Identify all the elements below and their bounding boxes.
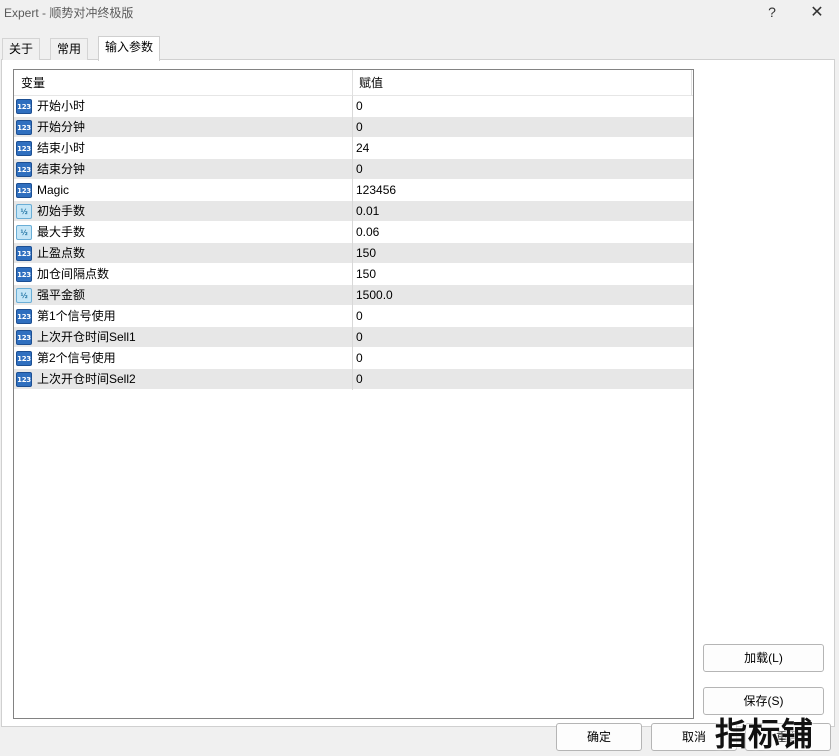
param-name: 第1个信号使用 <box>37 309 116 323</box>
param-value[interactable]: 0 <box>356 96 363 117</box>
table-row[interactable]: 123 止盈点数 150 <box>14 243 693 264</box>
grid-rows: 123 开始小时 0 123 开始分钟 0 123 结束小时 24 123 结束分钟 0 123 Magi… <box>14 96 693 390</box>
help-button[interactable]: ? <box>752 0 792 24</box>
column-divider <box>352 117 353 138</box>
tab-inputs[interactable]: 输入参数 <box>98 36 161 61</box>
int-icon: 123 <box>16 246 32 261</box>
column-divider <box>352 369 353 390</box>
column-divider <box>352 138 353 159</box>
title-bar: Expert - 顺势对冲终极版 ? ✕ <box>0 0 839 24</box>
int-icon: 123 <box>16 309 32 324</box>
table-row[interactable]: 123 结束小时 24 <box>14 138 693 159</box>
int-icon: 123 <box>16 267 32 282</box>
param-name: 最大手数 <box>37 225 86 239</box>
column-divider <box>352 243 353 264</box>
table-row[interactable]: 123 上次开仓时间Sell1 0 <box>14 327 693 348</box>
int-icon: 123 <box>16 372 32 387</box>
double-icon: ½ <box>16 204 32 219</box>
param-value[interactable]: 24 <box>356 138 369 159</box>
table-row[interactable]: 123 第2个信号使用 0 <box>14 348 693 369</box>
column-divider <box>352 222 353 243</box>
param-value[interactable]: 0 <box>356 117 363 138</box>
column-divider <box>352 264 353 285</box>
param-name: 结束小时 <box>37 141 86 155</box>
parameters-grid[interactable]: 变量 赋值 123 开始小时 0 123 开始分钟 0 123 结束小时 24 123 结束分钟 0 1… <box>13 69 694 719</box>
header-variable[interactable]: 变量 <box>21 70 45 96</box>
column-divider <box>352 96 353 117</box>
tab-common[interactable]: 常用 <box>50 38 89 60</box>
param-value[interactable]: 1500.0 <box>356 285 393 306</box>
int-icon: 123 <box>16 351 32 366</box>
header-divider[interactable] <box>352 70 353 96</box>
param-value[interactable]: 0 <box>356 327 363 348</box>
tab-about[interactable]: 关于 <box>2 38 41 60</box>
column-divider <box>352 348 353 369</box>
param-value[interactable]: 0 <box>356 306 363 327</box>
table-row[interactable]: 123 开始小时 0 <box>14 96 693 117</box>
column-divider <box>352 159 353 180</box>
watermark-logo: 指标铺 <box>715 715 815 753</box>
column-divider <box>352 327 353 348</box>
param-name: Magic <box>37 183 70 197</box>
table-row[interactable]: 123 Magic 123456 <box>14 180 693 201</box>
tab-strip: 关于 常用 输入参数 <box>0 36 839 61</box>
int-icon: 123 <box>16 120 32 135</box>
header-value[interactable]: 赋值 <box>359 70 383 96</box>
param-value[interactable]: 0 <box>356 369 363 390</box>
param-name: 开始分钟 <box>37 120 86 134</box>
param-value[interactable]: 150 <box>356 243 376 264</box>
table-row[interactable]: ½ 强平金额 1500.0 <box>14 285 693 306</box>
column-divider <box>352 201 353 222</box>
table-row[interactable]: 123 加仓间隔点数 150 <box>14 264 693 285</box>
int-icon: 123 <box>16 183 32 198</box>
column-divider <box>352 180 353 201</box>
double-icon: ½ <box>16 225 32 240</box>
param-name: 加仓间隔点数 <box>37 267 110 281</box>
table-row[interactable]: ½ 最大手数 0.06 <box>14 222 693 243</box>
param-name: 结束分钟 <box>37 162 86 176</box>
table-row[interactable]: ½ 初始手数 0.01 <box>14 201 693 222</box>
param-value[interactable]: 0.06 <box>356 222 379 243</box>
column-divider <box>352 285 353 306</box>
param-name: 第2个信号使用 <box>37 351 116 365</box>
table-row[interactable]: 123 开始分钟 0 <box>14 117 693 138</box>
param-name: 初始手数 <box>37 204 86 218</box>
param-name: 开始小时 <box>37 99 86 113</box>
grid-header: 变量 赋值 <box>14 70 693 96</box>
param-name: 强平金额 <box>37 288 86 302</box>
int-icon: 123 <box>16 99 32 114</box>
param-value[interactable]: 0 <box>356 159 363 180</box>
header-divider-end <box>691 70 692 96</box>
column-divider <box>352 306 353 327</box>
param-value[interactable]: 123456 <box>356 180 396 201</box>
param-value[interactable]: 0 <box>356 348 363 369</box>
int-icon: 123 <box>16 162 32 177</box>
close-button[interactable]: ✕ <box>797 0 837 24</box>
param-name: 上次开仓时间Sell2 <box>37 372 136 386</box>
table-row[interactable]: 123 第1个信号使用 0 <box>14 306 693 327</box>
param-name: 上次开仓时间Sell1 <box>37 330 136 344</box>
ok-button[interactable]: 确定 <box>556 723 642 751</box>
window-title: Expert - 顺势对冲终极版 <box>4 6 134 20</box>
table-row[interactable]: 123 结束分钟 0 <box>14 159 693 180</box>
int-icon: 123 <box>16 141 32 156</box>
param-value[interactable]: 0.01 <box>356 201 379 222</box>
load-button[interactable]: 加载(L) <box>703 644 824 672</box>
param-value[interactable]: 150 <box>356 264 376 285</box>
param-name: 止盈点数 <box>37 246 86 260</box>
double-icon: ½ <box>16 288 32 303</box>
table-row[interactable]: 123 上次开仓时间Sell2 0 <box>14 369 693 390</box>
int-icon: 123 <box>16 330 32 345</box>
